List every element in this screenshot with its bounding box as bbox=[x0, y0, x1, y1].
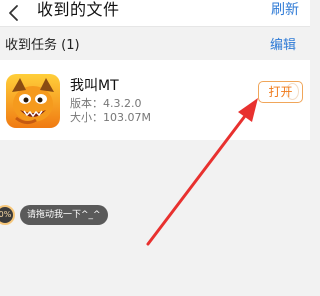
section-header: 收到任务 (1) 编辑 bbox=[0, 26, 310, 61]
app-size: 大小：103.07M bbox=[70, 111, 151, 124]
floating-ball-button[interactable]: 0% bbox=[0, 205, 15, 225]
game-character-icon bbox=[6, 74, 60, 128]
page-title: 收到的文件 bbox=[37, 0, 120, 19]
section-title: 收到任务 (1) bbox=[5, 38, 80, 53]
drag-hint-tooltip: 请拖动我一下^_^ bbox=[20, 205, 108, 225]
refresh-button[interactable]: 刷新 bbox=[271, 0, 299, 20]
open-button[interactable]: 打开 bbox=[258, 81, 303, 103]
app-version: 版本：4.3.2.0 bbox=[70, 97, 142, 110]
app-header: 收到的文件 刷新 bbox=[0, 0, 310, 26]
file-list-item[interactable]: 我叫MT 版本：4.3.2.0 大小：103.07M 打开 bbox=[0, 60, 310, 140]
open-button-label: 打开 bbox=[268, 85, 293, 99]
edit-button[interactable]: 编辑 bbox=[270, 38, 296, 54]
app-name: 我叫MT bbox=[70, 78, 119, 94]
chevron-left-icon[interactable] bbox=[7, 4, 21, 22]
